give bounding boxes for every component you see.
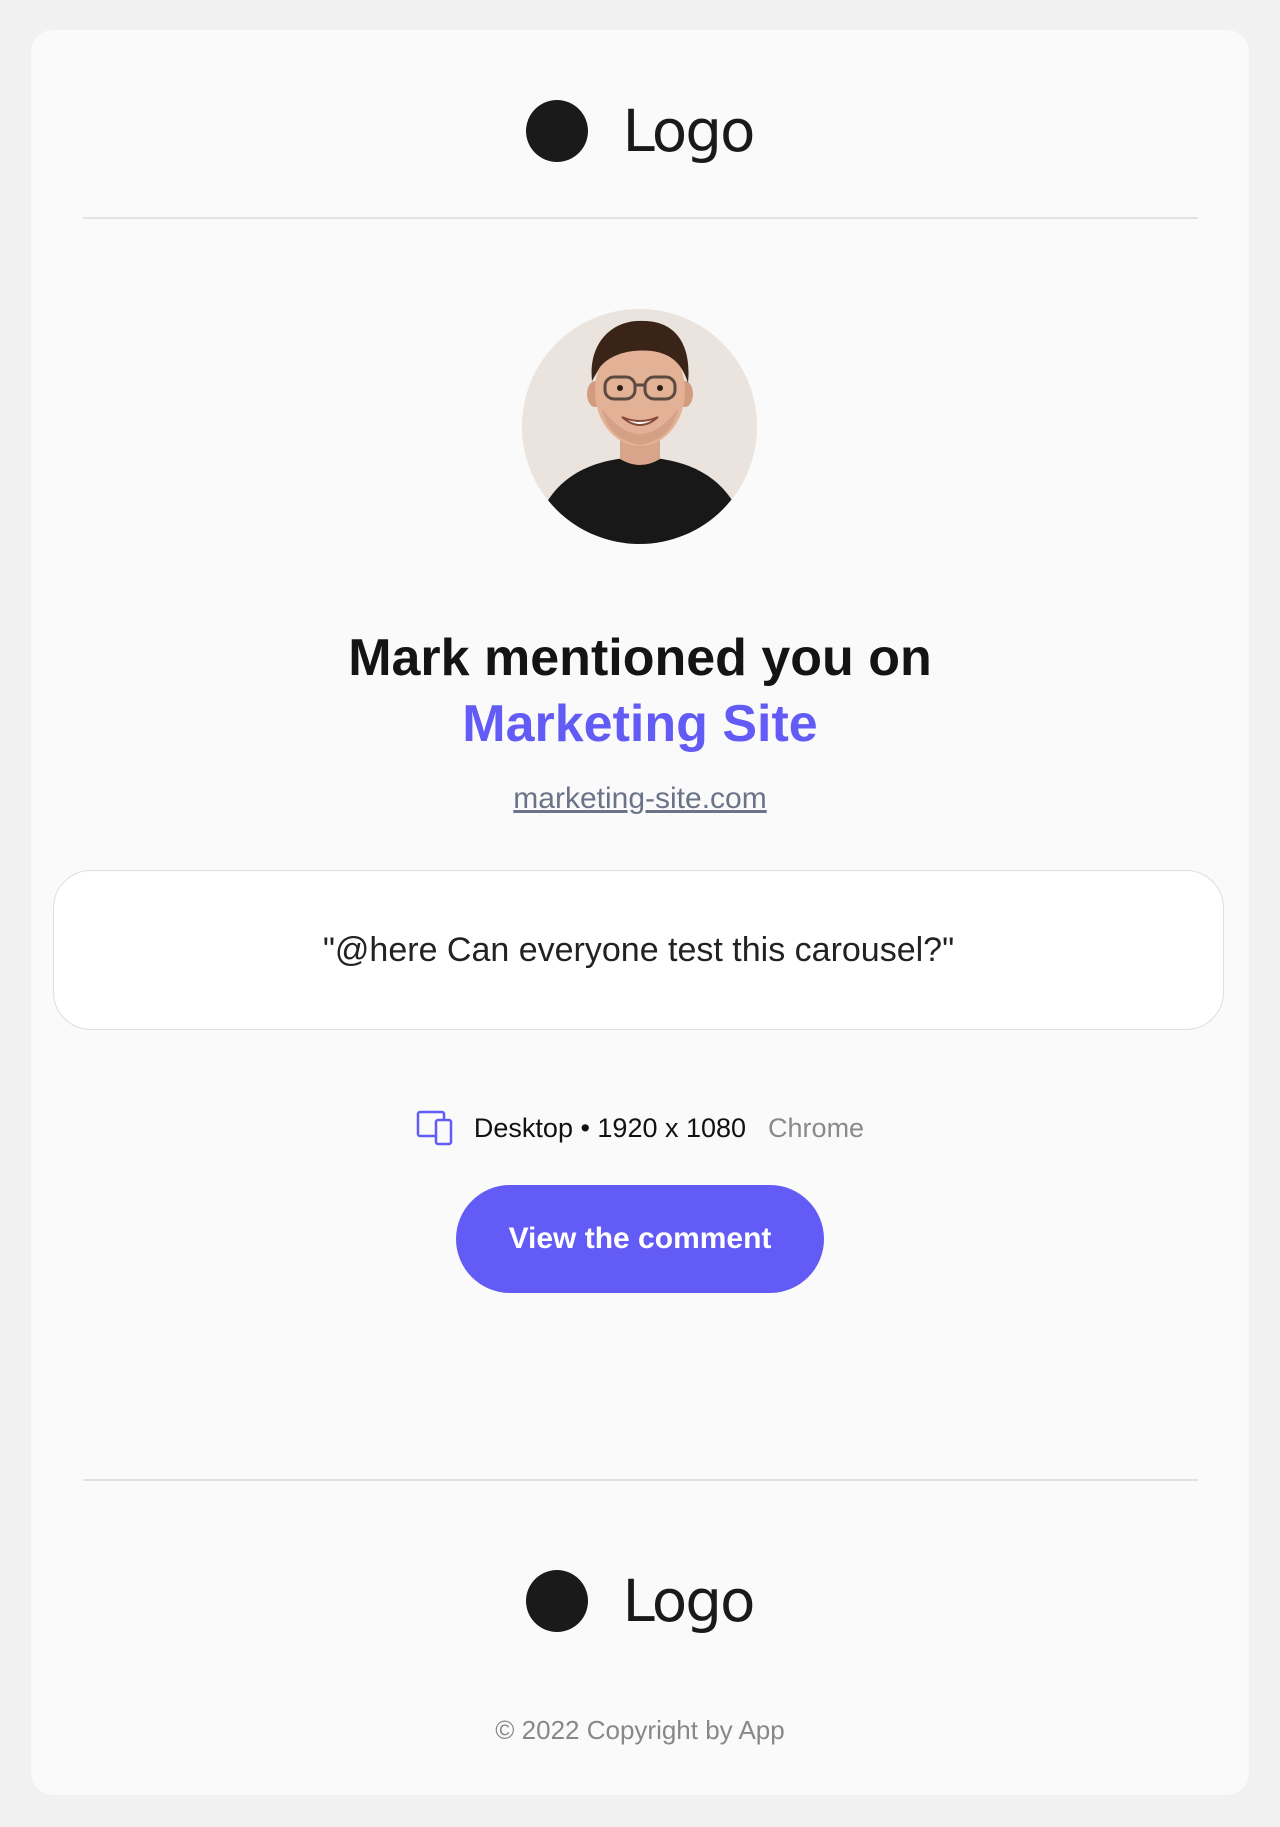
footer-logo[interactable]: Logo bbox=[31, 1570, 1249, 1632]
headline-text: Mark mentioned you on bbox=[348, 629, 932, 687]
footer-divider bbox=[83, 1479, 1198, 1481]
device-meta: Desktop • 1920 x 1080 Chrome bbox=[31, 1110, 1249, 1146]
copyright-text: © 2022 Copyright by App bbox=[495, 1715, 785, 1745]
logo-mark-icon bbox=[526, 100, 589, 162]
site-name[interactable]: Marketing Site bbox=[31, 691, 1249, 757]
view-comment-button[interactable]: View the comment bbox=[456, 1185, 824, 1293]
comment-box: "@here Can everyone test this carousel?" bbox=[53, 870, 1224, 1030]
logo-mark-icon bbox=[526, 1570, 589, 1632]
comment-text: "@here Can everyone test this carousel?" bbox=[322, 930, 955, 969]
mention-headline: Mark mentioned you on Marketing Site bbox=[31, 625, 1249, 757]
avatar bbox=[522, 309, 757, 544]
devices-icon bbox=[416, 1110, 453, 1146]
browser-name: Chrome bbox=[768, 1112, 865, 1143]
header-logo[interactable]: Logo bbox=[31, 100, 1249, 162]
avatar-portrait bbox=[522, 309, 757, 544]
logo-text: Logo bbox=[622, 97, 755, 165]
device-info: Desktop • 1920 x 1080 bbox=[473, 1112, 747, 1143]
site-url-link[interactable]: marketing-site.com bbox=[31, 782, 1249, 816]
email-card: Logo Mark mentioned you on Marketing Sit… bbox=[31, 30, 1249, 1795]
header-divider bbox=[83, 217, 1198, 219]
logo-text: Logo bbox=[622, 1567, 755, 1635]
